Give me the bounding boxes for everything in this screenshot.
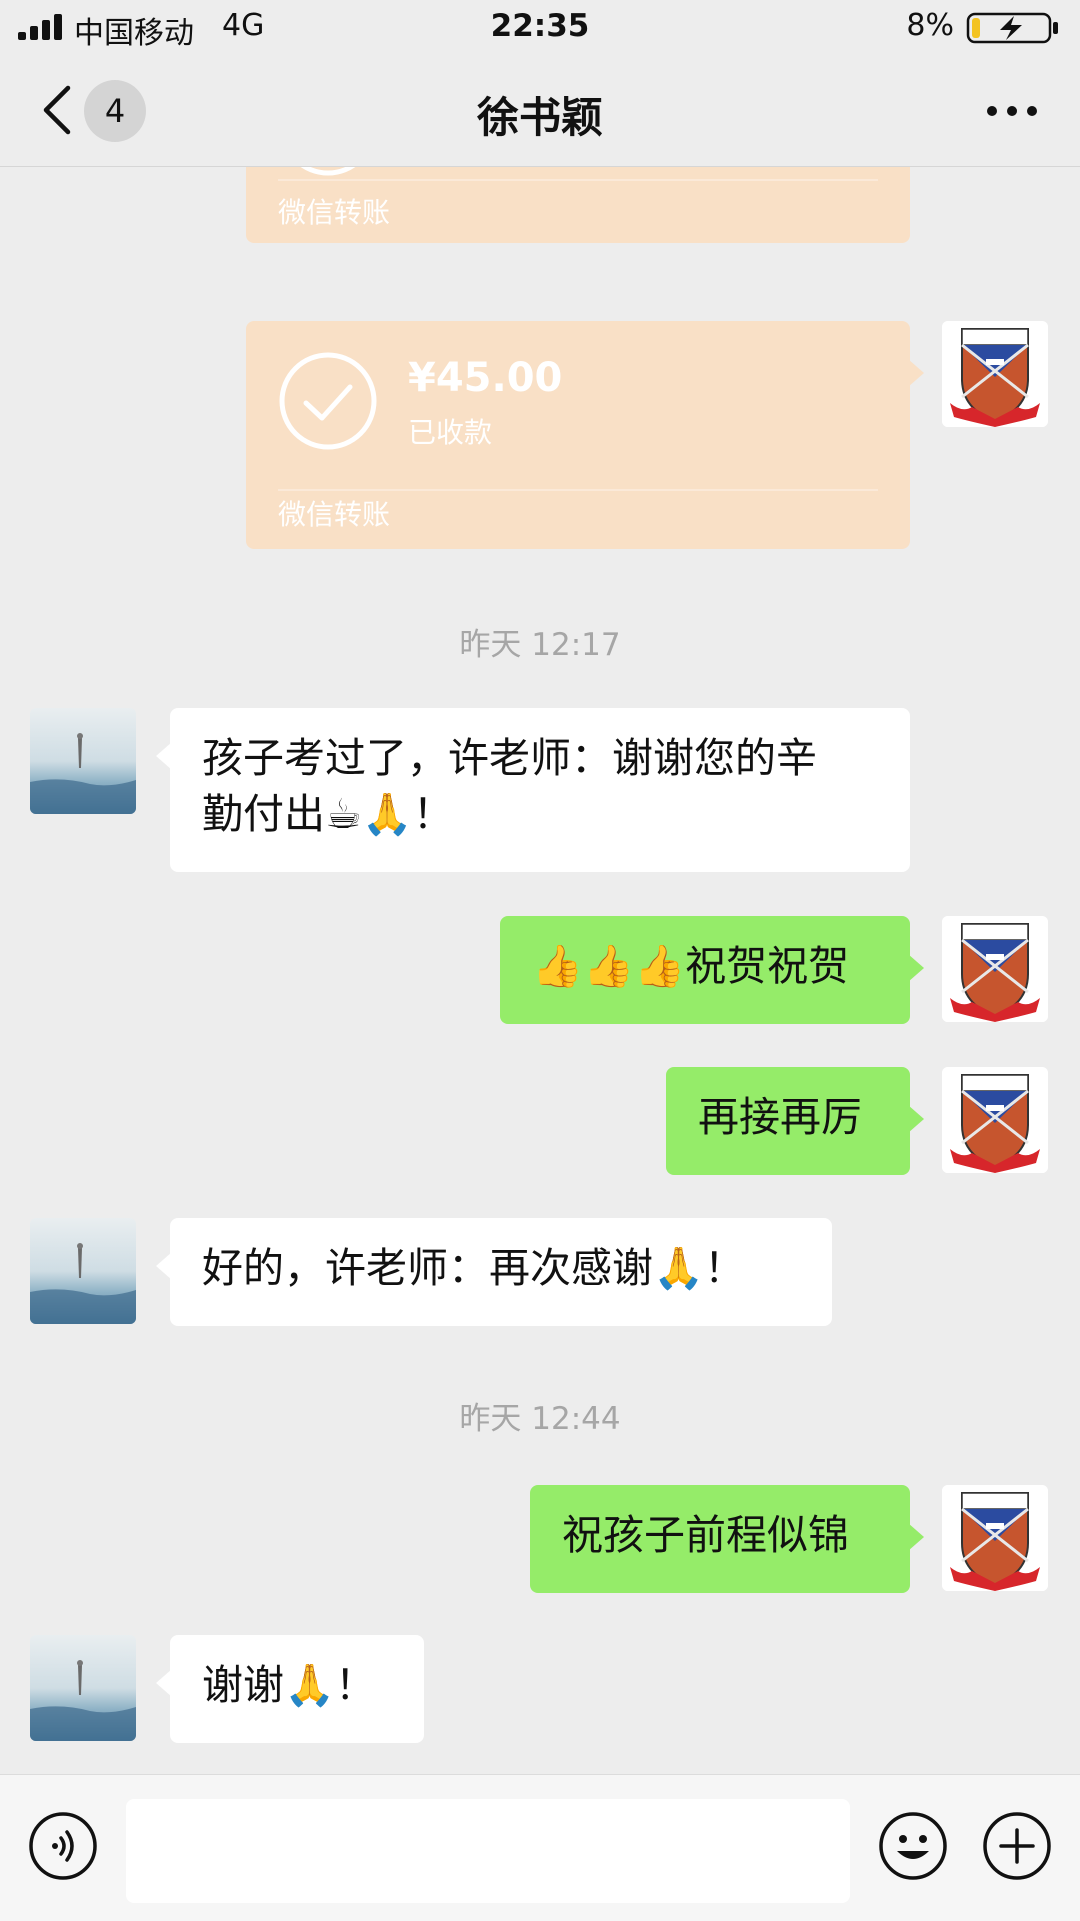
message-timestamp: 昨天 12:17 bbox=[459, 627, 621, 663]
battery-icon bbox=[966, 12, 1058, 44]
message-bubble-received[interactable]: 好的，许老师：再次感谢🙏！ bbox=[156, 1218, 832, 1326]
crest-icon bbox=[942, 916, 1048, 1022]
avatar-contact[interactable] bbox=[30, 1218, 136, 1324]
message-text: 谢谢🙏！ bbox=[202, 1661, 377, 1709]
message-bubble-received[interactable]: 谢谢🙏！ bbox=[156, 1635, 424, 1743]
avatar-self[interactable] bbox=[942, 916, 1048, 1022]
check-circle-icon bbox=[279, 352, 377, 450]
message-text: 祝孩子前程似锦 bbox=[562, 1511, 849, 1559]
message-bubble-sent[interactable]: 再接再厉 bbox=[666, 1067, 924, 1175]
chat-header: 4 徐书颖 bbox=[0, 54, 1080, 167]
message-text: 👍👍👍祝贺祝贺 bbox=[532, 942, 850, 990]
landscape-avatar-icon bbox=[30, 1635, 136, 1741]
emoji-icon[interactable] bbox=[878, 1811, 948, 1881]
landscape-avatar-icon bbox=[30, 708, 136, 814]
message-text: 孩子考过了，许老师：谢谢您的辛 勤付出☕🙏！ bbox=[202, 734, 817, 838]
status-bar: 中国移动 4G 22:35 8% bbox=[0, 0, 1080, 54]
message-bubble-sent[interactable]: 👍👍👍祝贺祝贺 bbox=[500, 916, 924, 1024]
input-bar bbox=[0, 1774, 1080, 1921]
message-text: 好的，许老师：再次感谢🙏！ bbox=[202, 1244, 746, 1292]
avatar-contact[interactable] bbox=[30, 708, 136, 814]
more-icon[interactable] bbox=[984, 96, 1040, 126]
crest-icon bbox=[942, 321, 1048, 427]
message-input[interactable] bbox=[126, 1799, 850, 1903]
message-timestamp: 昨天 12:44 bbox=[459, 1401, 621, 1437]
transfer-status: 已收款 bbox=[408, 416, 493, 449]
transfer-label: 微信转账 bbox=[278, 498, 391, 531]
message-bubble-sent[interactable]: 祝孩子前程似锦 bbox=[530, 1485, 924, 1593]
transfer-card-partial[interactable]: 微信转账 bbox=[246, 167, 910, 243]
avatar-self[interactable] bbox=[942, 1485, 1048, 1591]
message-text: 再接再厉 bbox=[698, 1093, 862, 1141]
crest-icon bbox=[942, 1067, 1048, 1173]
check-circle-icon bbox=[300, 167, 356, 176]
crest-icon bbox=[942, 1485, 1048, 1591]
plus-icon[interactable] bbox=[982, 1811, 1052, 1881]
transfer-amount: ¥45.00 bbox=[408, 355, 563, 401]
voice-icon[interactable] bbox=[28, 1811, 98, 1881]
avatar-contact[interactable] bbox=[30, 1635, 136, 1741]
chat-title: 徐书颖 bbox=[476, 93, 603, 142]
message-bubble-received[interactable]: 孩子考过了，许老师：谢谢您的辛 勤付出☕🙏！ bbox=[156, 708, 910, 872]
transfer-label: 微信转账 bbox=[278, 196, 391, 229]
chat-messages[interactable]: 微信转账 ¥45.00 已收款 微信转账 昨天 12:17 孩子考过了，许老师：… bbox=[0, 167, 1080, 1774]
transfer-card[interactable]: ¥45.00 已收款 微信转账 bbox=[246, 321, 924, 549]
avatar-self[interactable] bbox=[942, 321, 1048, 427]
landscape-avatar-icon bbox=[30, 1218, 136, 1324]
battery-percent: 8% bbox=[906, 8, 954, 43]
avatar-self[interactable] bbox=[942, 1067, 1048, 1173]
